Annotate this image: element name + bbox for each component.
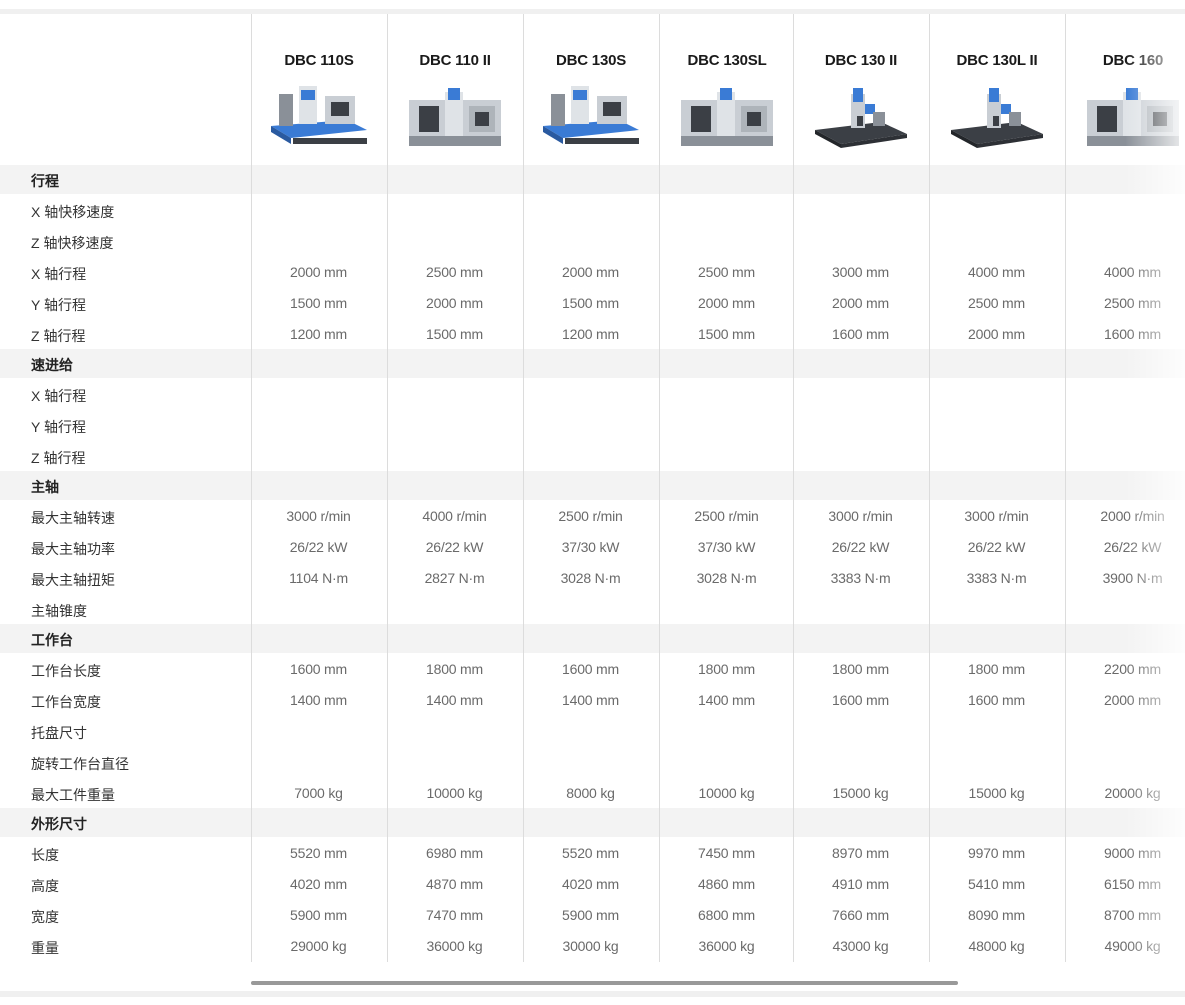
model-column-2: DBC 110 II [387, 14, 522, 962]
horizontal-scrollbar[interactable] [251, 979, 1185, 987]
model-column-5: DBC 130 II [793, 14, 928, 962]
spec-label: Z 轴行程 [31, 328, 86, 344]
model-name[interactable]: DBC 130SL [660, 52, 794, 69]
model-column-1: DBC 110S [251, 14, 386, 962]
model-column-3: DBC 130S [523, 14, 658, 962]
section-title: 主轴 [31, 479, 59, 495]
machine-160-image[interactable] [1083, 82, 1183, 150]
spec-label: 重量 [31, 940, 59, 956]
section-title: 外形尺寸 [31, 816, 87, 832]
spec-label: 高度 [31, 878, 59, 894]
spec-label: Z 轴快移速度 [31, 235, 114, 251]
spec-label: 旋转工作台直径 [31, 756, 129, 772]
spec-label: 主轴锥度 [31, 603, 87, 619]
spec-label: Z 轴行程 [31, 450, 86, 466]
model-name[interactable]: DBC 130L II [930, 52, 1064, 69]
spec-label: X 轴行程 [31, 266, 87, 282]
spec-label: 工作台宽度 [31, 694, 101, 710]
spec-label: 工作台长度 [31, 663, 101, 679]
section-title: 速进给 [31, 357, 73, 373]
spec-label: 长度 [31, 847, 59, 863]
model-name[interactable]: DBC 110S [252, 52, 386, 69]
spec-label: 最大主轴扭矩 [31, 572, 115, 588]
machine-110ii-image[interactable] [405, 82, 505, 150]
machine-110s-image[interactable] [269, 82, 369, 150]
model-column-4: DBC 130SL [659, 14, 794, 962]
spec-label: 最大主轴转速 [31, 510, 115, 526]
model-column-7: DBC 160 [1065, 14, 1185, 962]
section-title: 行程 [31, 173, 59, 189]
machine-130ii-image[interactable] [811, 82, 911, 150]
spec-label: X 轴快移速度 [31, 204, 115, 220]
spec-comparison-table[interactable]: 行程 X 轴快移速度 Z 轴快移速度 X 轴行程 2000 mm 2500 mm 2000 … [0, 14, 1185, 962]
model-name[interactable]: DBC 130S [524, 52, 658, 69]
bottom-border [0, 991, 1185, 997]
model-name[interactable]: DBC 160 [1066, 52, 1185, 69]
model-name[interactable]: DBC 110 II [388, 52, 522, 69]
top-border [0, 0, 1185, 14]
spec-label: 托盘尺寸 [31, 725, 87, 741]
spec-label: 最大工件重量 [31, 787, 115, 803]
machine-130s-image[interactable] [541, 82, 641, 150]
section-title: 工作台 [31, 632, 73, 648]
model-name[interactable]: DBC 130 II [794, 52, 928, 69]
spec-label: Y 轴行程 [31, 419, 86, 435]
model-column-6: DBC 130L II [929, 14, 1064, 962]
spec-label: X 轴行程 [31, 388, 87, 404]
spec-label: 最大主轴功率 [31, 541, 115, 557]
scrollbar-thumb[interactable] [251, 981, 958, 985]
machine-130sl-image[interactable] [677, 82, 777, 150]
spec-label: 宽度 [31, 909, 59, 925]
machine-130lii-image[interactable] [947, 82, 1047, 150]
spec-label: Y 轴行程 [31, 297, 86, 313]
